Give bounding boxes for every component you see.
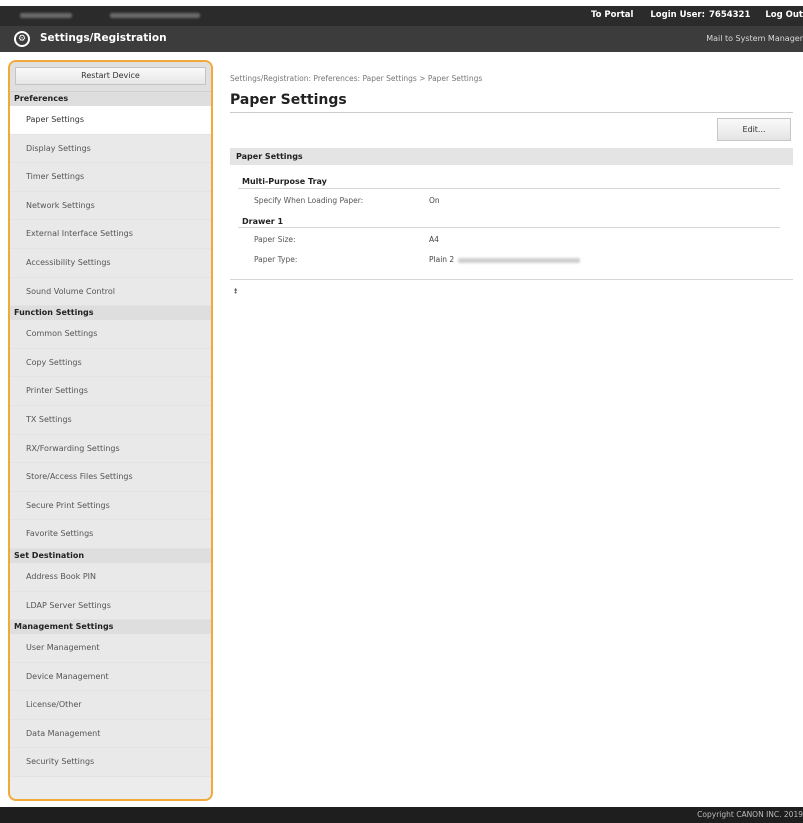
top-bar-links: To Portal Login User: 7654321 Log Out xyxy=(579,10,803,20)
blurred-device-name xyxy=(20,13,72,18)
app-header: ⚙ Settings/Registration Mail to System M… xyxy=(0,26,803,52)
page-title: Paper Settings xyxy=(230,92,347,108)
sidebar-item-paper-settings[interactable]: Paper Settings xyxy=(10,106,211,135)
mail-to-system-manager-link[interactable]: Mail to System Manager xyxy=(706,34,803,43)
sidebar-item-copy-settings[interactable]: Copy Settings xyxy=(10,348,211,378)
paper-size-label: Paper Size: xyxy=(254,235,296,244)
paper-size-value: A4 xyxy=(429,235,439,244)
sidebar-item-sound-volume-control[interactable]: Sound Volume Control xyxy=(10,277,211,307)
top-bar: To Portal Login User: 7654321 Log Out xyxy=(0,0,803,26)
sidebar-item-external-interface-settings[interactable]: External Interface Settings xyxy=(10,220,211,249)
to-top-icon[interactable]: ⯒ xyxy=(234,286,238,300)
subsection-divider xyxy=(238,227,780,228)
subsection-divider xyxy=(238,188,780,189)
sidebar-item-address-book-pin[interactable]: Address Book PIN xyxy=(10,562,211,592)
multi-purpose-tray-heading: Multi-Purpose Tray xyxy=(242,177,327,186)
blurred-paper-weight xyxy=(458,257,581,263)
sidebar-item-security-settings[interactable]: Security Settings xyxy=(10,748,211,778)
sidebar-item-secure-print-settings[interactable]: Secure Print Settings xyxy=(10,491,211,521)
sidebar-section-heading: Set Destination xyxy=(10,548,211,563)
login-user-id: 7654321 xyxy=(708,10,751,20)
sidebar-item-license-other[interactable]: License/Other xyxy=(10,691,211,720)
sidebar-item-rx-forwarding-settings[interactable]: RX/Forwarding Settings xyxy=(10,434,211,464)
sidebar-item-data-management[interactable]: Data Management xyxy=(10,719,211,749)
sidebar-item-accessibility-settings[interactable]: Accessibility Settings xyxy=(10,248,211,278)
to-portal-link[interactable]: To Portal xyxy=(591,10,633,20)
sidebar-item-display-settings[interactable]: Display Settings xyxy=(10,134,211,164)
content-bottom-divider xyxy=(230,279,793,280)
sidebar-section-heading: Function Settings xyxy=(10,306,211,321)
app-title: Settings/Registration xyxy=(40,32,167,44)
restart-area: Restart Device xyxy=(10,62,211,92)
sidebar-section-heading: Preferences xyxy=(10,92,211,106)
sidebar-item-timer-settings[interactable]: Timer Settings xyxy=(10,163,211,192)
footer: Copyright CANON INC. 2019 xyxy=(0,807,803,823)
specify-when-loading-label: Specify When Loading Paper: xyxy=(254,196,364,205)
sidebar-item-common-settings[interactable]: Common Settings xyxy=(10,320,211,349)
section-header: Paper Settings xyxy=(230,148,793,165)
sidebar-item-store-access-files-settings[interactable]: Store/Access Files Settings xyxy=(10,463,211,492)
restart-device-button[interactable]: Restart Device xyxy=(15,67,206,85)
sidebar-item-user-management[interactable]: User Management xyxy=(10,634,211,663)
sidebar: Restart Device Preferences Paper Settings… xyxy=(8,60,213,801)
settings-logo-icon: ⚙ xyxy=(14,31,30,47)
sidebar-nav: Preferences Paper Settings Display Setting… xyxy=(10,92,211,778)
paper-type-label: Paper Type: xyxy=(254,255,298,264)
sidebar-item-device-management[interactable]: Device Management xyxy=(10,662,211,692)
breadcrumb: Settings/Registration: Preferences: Pape… xyxy=(230,74,483,83)
sidebar-item-tx-settings[interactable]: TX Settings xyxy=(10,405,211,435)
paper-type-text: Plain 2 xyxy=(429,255,455,264)
login-user-label: Login User: xyxy=(650,10,705,20)
sidebar-item-favorite-settings[interactable]: Favorite Settings xyxy=(10,520,211,549)
blurred-device-model xyxy=(110,13,200,18)
specify-when-loading-value: On xyxy=(429,196,440,205)
sidebar-item-printer-settings[interactable]: Printer Settings xyxy=(10,377,211,406)
log-out-link[interactable]: Log Out xyxy=(765,10,803,20)
edit-button[interactable]: Edit... xyxy=(717,118,791,141)
sidebar-section-heading: Management Settings xyxy=(10,620,211,635)
sidebar-item-network-settings[interactable]: Network Settings xyxy=(10,191,211,221)
copyright: Copyright CANON INC. 2019 xyxy=(697,810,803,819)
drawer-1-heading: Drawer 1 xyxy=(242,217,284,226)
sidebar-item-ldap-server-settings[interactable]: LDAP Server Settings xyxy=(10,591,211,621)
paper-type-value: Plain 2 xyxy=(429,255,581,264)
title-divider xyxy=(230,112,793,113)
